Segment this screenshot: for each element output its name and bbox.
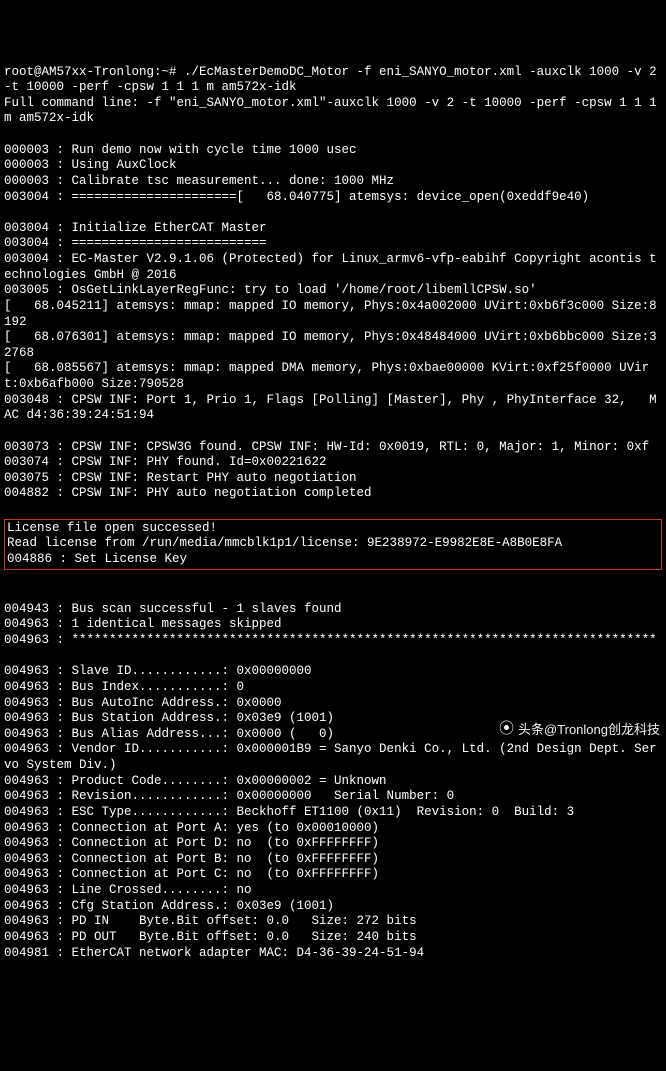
terminal-line: 003048 : CPSW INF: Port 1, Prio 1, Flags… — [4, 393, 662, 424]
terminal-line: 003004 : EC-Master V2.9.1.06 (Protected)… — [4, 252, 662, 283]
terminal-line: 004963 : Connection at Port D: no (to 0x… — [4, 836, 662, 852]
terminal-line: 004963 : *******************************… — [4, 633, 662, 649]
terminal-line: 003004 : Initialize EtherCAT Master — [4, 221, 662, 237]
terminal-line — [4, 205, 662, 221]
terminal-line: 004886 : Set License Key — [7, 552, 659, 568]
terminal-line: 004963 : Vendor ID...........: 0x000001B… — [4, 742, 662, 773]
terminal-line: 004963 : 1 identical messages skipped — [4, 617, 662, 633]
terminal-line: License file open successed! — [7, 521, 659, 537]
terminal-line: 004963 : PD OUT Byte.Bit offset: 0.0 Siz… — [4, 930, 662, 946]
terminal-line: 004963 : Connection at Port B: no (to 0x… — [4, 852, 662, 868]
terminal-line: 000003 : Calibrate tsc measurement... do… — [4, 174, 662, 190]
terminal-line: 003004 : ========================== — [4, 236, 662, 252]
terminal-line: Full command line: -f "eni_SANYO_motor.x… — [4, 96, 662, 127]
terminal-line: 003004 : ======================[ 68.0407… — [4, 190, 662, 206]
watermark-text: 头条@Tronlong创龙科技 — [518, 722, 660, 738]
terminal-line: 004963 : Cfg Station Address.: 0x03e9 (1… — [4, 899, 662, 915]
terminal-line: 003005 : OsGetLinkLayerRegFunc: try to l… — [4, 283, 662, 299]
terminal-line: 004963 : Slave ID............: 0x0000000… — [4, 664, 662, 680]
terminal-line: 004963 : Connection at Port A: yes (to 0… — [4, 821, 662, 837]
terminal-output-before: root@AM57xx-Tronlong:~# ./EcMasterDemoDC… — [4, 65, 662, 503]
terminal-line: 004963 : Bus AutoInc Address.: 0x0000 — [4, 696, 662, 712]
terminal-line: [ 68.045211] atemsys: mmap: mapped IO me… — [4, 299, 662, 330]
terminal-line: 004963 : Line Crossed........: no — [4, 883, 662, 899]
terminal-line — [4, 586, 662, 602]
terminal-line: root@AM57xx-Tronlong:~# ./EcMasterDemoDC… — [4, 65, 662, 96]
terminal-line: 004963 : ESC Type............: Beckhoff … — [4, 805, 662, 821]
terminal-line: Read license from /run/media/mmcblk1p1/l… — [7, 536, 659, 552]
terminal-line: 004943 : Bus scan successful - 1 slaves … — [4, 602, 662, 618]
terminal-line: 004981 : EtherCAT network adapter MAC: D… — [4, 946, 662, 962]
terminal-line: 003073 : CPSW INF: CPSW3G found. CPSW IN… — [4, 440, 662, 456]
terminal-line — [4, 424, 662, 440]
watermark: ⦿ 头条@Tronlong创龙科技 — [499, 720, 660, 739]
license-highlight-box: License file open successed!Read license… — [4, 519, 662, 570]
terminal-line — [4, 649, 662, 665]
terminal-line: 000003 : Run demo now with cycle time 10… — [4, 143, 662, 159]
terminal-line: 000003 : Using AuxClock — [4, 158, 662, 174]
terminal-line — [4, 127, 662, 143]
terminal-line: 004882 : CPSW INF: PHY auto negotiation … — [4, 486, 662, 502]
terminal-line: 004963 : Product Code........: 0x0000000… — [4, 774, 662, 790]
watermark-icon: ⦿ — [499, 720, 514, 739]
terminal-line: 004963 : Revision............: 0x0000000… — [4, 789, 662, 805]
terminal-line: 003075 : CPSW INF: Restart PHY auto nego… — [4, 471, 662, 487]
terminal-line: [ 68.085567] atemsys: mmap: mapped DMA m… — [4, 361, 662, 392]
terminal-line: 004963 : Bus Index...........: 0 — [4, 680, 662, 696]
terminal-output-after: 004943 : Bus scan successful - 1 slaves … — [4, 586, 662, 961]
terminal-line: 004963 : Connection at Port C: no (to 0x… — [4, 867, 662, 883]
terminal-line: [ 68.076301] atemsys: mmap: mapped IO me… — [4, 330, 662, 361]
terminal-line: 004963 : PD IN Byte.Bit offset: 0.0 Size… — [4, 914, 662, 930]
terminal-line: 003074 : CPSW INF: PHY found. Id=0x00221… — [4, 455, 662, 471]
